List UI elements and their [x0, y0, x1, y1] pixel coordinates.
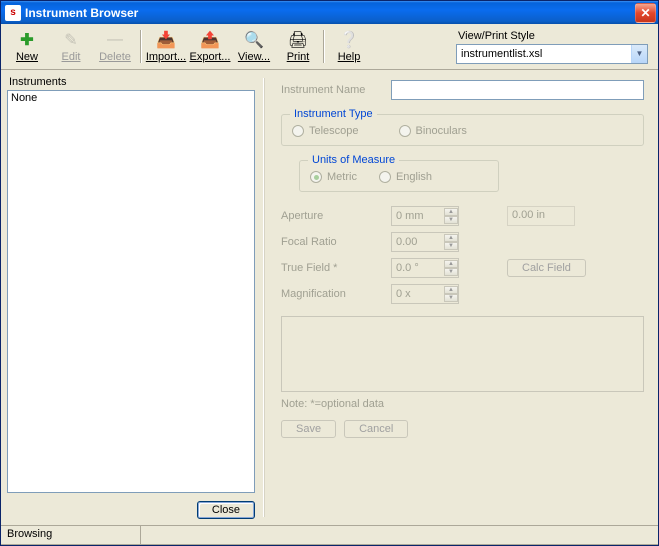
telescope-radio: Telescope — [292, 125, 359, 137]
notes-area — [281, 316, 644, 392]
focal-spinner: 0.00 ▲▼ — [391, 232, 459, 252]
left-panel: Instruments None Close — [7, 76, 255, 519]
radio-icon — [399, 125, 411, 137]
radio-label: English — [396, 171, 432, 183]
view-button[interactable]: 🔍 View... — [232, 26, 276, 67]
magnification-spinner: 0 x ▲▼ — [391, 284, 459, 304]
body: Instruments None Close Instrument Name I… — [1, 70, 658, 525]
style-label: View/Print Style — [458, 30, 648, 42]
units-group: Units of Measure Metric English — [299, 160, 499, 192]
printer-icon: 🖨 — [288, 30, 308, 50]
window: s Instrument Browser ✕ ✚ New ✎ Edit — De… — [0, 0, 659, 546]
binoculars-radio: Binoculars — [399, 125, 467, 137]
vertical-separator — [263, 78, 265, 517]
separator — [140, 30, 141, 63]
instruments-label: Instruments — [9, 76, 255, 88]
minus-icon: — — [105, 30, 125, 50]
radio-label: Telescope — [309, 125, 359, 137]
titlebar: s Instrument Browser ✕ — [1, 1, 658, 24]
edit-button: ✎ Edit — [49, 26, 93, 67]
print-button[interactable]: 🖨 Print — [276, 26, 320, 67]
separator — [323, 30, 324, 63]
save-button: Save — [281, 420, 336, 438]
export-icon: 📤 — [200, 30, 220, 50]
list-item[interactable]: None — [11, 92, 251, 104]
radio-icon — [379, 171, 391, 183]
spinner-arrows: ▲▼ — [444, 234, 458, 250]
truefield-spinner: 0.0 ° ▲▼ — [391, 258, 459, 278]
status-text: Browsing — [1, 526, 141, 545]
cancel-button: Cancel — [344, 420, 408, 438]
new-button[interactable]: ✚ New — [5, 26, 49, 67]
magnification-label: Magnification — [281, 288, 391, 300]
instruments-list[interactable]: None — [7, 90, 255, 493]
import-icon: 📥 — [156, 30, 176, 50]
radio-label: Binoculars — [416, 125, 467, 137]
type-group: Instrument Type Telescope Binoculars — [281, 114, 644, 146]
delete-button: — Delete — [93, 26, 137, 67]
focal-label: Focal Ratio — [281, 236, 391, 248]
style-select[interactable]: instrumentlist.xsl ▼ — [456, 44, 648, 64]
spinner-arrows: ▲▼ — [444, 260, 458, 276]
form-panel: Instrument Name Instrument Type Telescop… — [273, 76, 652, 519]
toolbar: ✚ New ✎ Edit — Delete 📥 Import... 📤 Expo… — [1, 24, 658, 70]
app-icon: s — [5, 5, 21, 21]
close-button[interactable]: Close — [197, 501, 255, 519]
radio-label: Metric — [327, 171, 357, 183]
import-button[interactable]: 📥 Import... — [144, 26, 188, 67]
style-select-value: instrumentlist.xsl — [457, 48, 631, 60]
chevron-down-icon: ▼ — [631, 45, 647, 63]
statusbar: Browsing — [1, 525, 658, 545]
note-text: Note: *=optional data — [281, 398, 644, 410]
name-label: Instrument Name — [281, 84, 391, 96]
window-title: Instrument Browser — [25, 6, 635, 20]
radio-icon — [310, 171, 322, 183]
metric-radio: Metric — [310, 171, 357, 183]
aperture-mm-spinner: 0 mm ▲▼ — [391, 206, 459, 226]
english-radio: English — [379, 171, 432, 183]
window-close-button[interactable]: ✕ — [635, 3, 656, 23]
calc-field-button: Calc Field — [507, 259, 586, 277]
style-area: View/Print Style instrumentlist.xsl ▼ — [454, 26, 654, 67]
truefield-label: True Field * — [281, 262, 391, 274]
status-empty — [141, 526, 658, 545]
radio-icon — [292, 125, 304, 137]
close-icon: ✕ — [640, 6, 650, 20]
aperture-in-value: 0.00 in — [507, 206, 575, 226]
type-legend: Instrument Type — [290, 108, 377, 120]
name-input[interactable] — [391, 80, 644, 100]
aperture-label: Aperture — [281, 210, 391, 222]
plus-icon: ✚ — [17, 30, 37, 50]
export-button[interactable]: 📤 Export... — [188, 26, 232, 67]
spinner-arrows: ▲▼ — [444, 208, 458, 224]
edit-icon: ✎ — [61, 30, 81, 50]
spinner-arrows: ▲▼ — [444, 286, 458, 302]
units-legend: Units of Measure — [308, 154, 399, 166]
help-button[interactable]: ❔ Help — [327, 26, 371, 67]
magnifier-icon: 🔍 — [244, 30, 264, 50]
help-icon: ❔ — [339, 30, 359, 50]
